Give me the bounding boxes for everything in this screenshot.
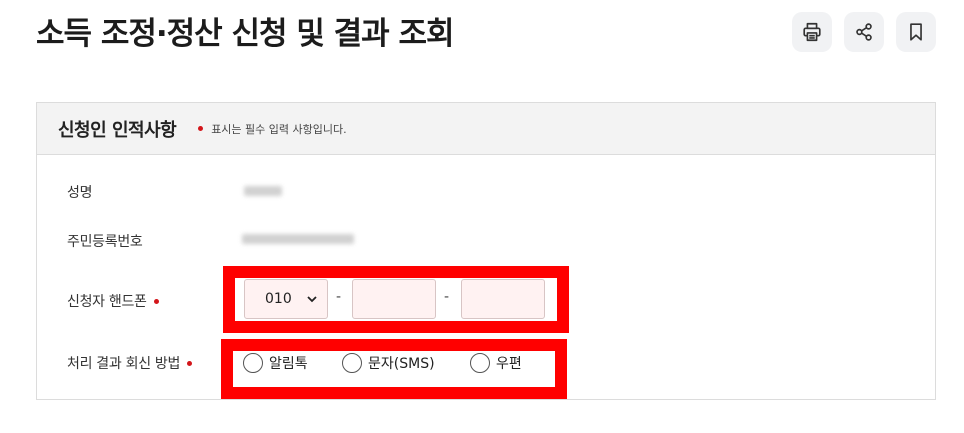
card-header: 신청인 인적사항 표시는 필수 입력 사항입니다. <box>37 103 935 155</box>
applicant-info-card: 신청인 인적사항 표시는 필수 입력 사항입니다. 성명 주민등록번호 신청자 … <box>36 102 936 400</box>
radio-label: 알림톡 <box>269 356 308 372</box>
rrn-value-redacted <box>242 234 354 244</box>
reply-method-label-text: 처리 결과 회신 방법 <box>67 356 181 372</box>
radio-label: 우편 <box>496 356 522 372</box>
phone-separator-2: - <box>444 289 450 305</box>
required-note-text: 표시는 필수 입력 사항입니다. <box>211 122 347 136</box>
reply-method-label: 처리 결과 회신 방법 <box>67 353 193 373</box>
required-dot-icon <box>153 298 159 304</box>
name-label: 성명 <box>67 185 93 201</box>
phone-separator-1: - <box>336 289 342 305</box>
radio-button[interactable] <box>243 353 263 373</box>
radio-button[interactable] <box>470 353 490 373</box>
radio-button[interactable] <box>342 353 362 373</box>
section-title: 신청인 인적사항 <box>58 119 177 141</box>
page-title: 소득 조정·정산 신청 및 결과 조회 <box>36 16 454 52</box>
rrn-label: 주민등록번호 <box>67 234 143 250</box>
phone-last-input[interactable] <box>461 279 545 319</box>
phone-label-text: 신청자 핸드폰 <box>67 294 147 310</box>
chevron-down-icon <box>307 296 317 303</box>
phone-prefix-select[interactable]: 010 <box>244 279 328 319</box>
phone-label: 신청자 핸드폰 <box>67 291 159 311</box>
bookmark-icon <box>910 23 922 41</box>
share-button[interactable] <box>844 12 884 52</box>
required-dot-icon <box>198 126 204 131</box>
name-value-redacted <box>244 186 282 196</box>
radio-label: 문자(SMS) <box>368 356 435 372</box>
required-note: 표시는 필수 입력 사항입니다. <box>198 121 347 137</box>
phone-prefix-value: 010 <box>265 291 292 307</box>
print-button[interactable] <box>792 12 832 52</box>
bookmark-button[interactable] <box>896 12 936 52</box>
share-icon <box>856 23 872 41</box>
radio-kakao-alimtalk[interactable]: 알림톡 <box>243 353 308 373</box>
phone-middle-input[interactable] <box>352 279 436 319</box>
radio-mail[interactable]: 우편 <box>470 353 522 373</box>
printer-icon <box>803 22 821 42</box>
required-dot-icon <box>187 360 193 366</box>
radio-sms[interactable]: 문자(SMS) <box>342 353 435 373</box>
